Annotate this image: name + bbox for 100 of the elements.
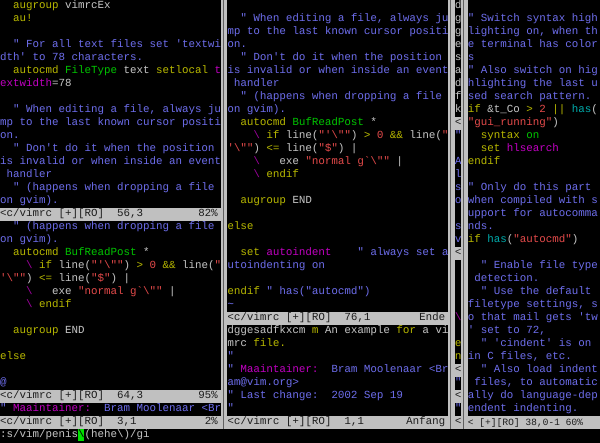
- code-line: endent indenting.: [468, 403, 580, 416]
- code-line: " Also switch on hig: [468, 65, 599, 78]
- code-line: mrc file.: [227, 338, 287, 351]
- code-line: " Use the default: [480, 286, 592, 299]
- code-line: if has("autocmd"): [468, 234, 580, 247]
- code-line: syntax on: [480, 130, 540, 143]
- file-name: <: [454, 247, 462, 260]
- scroll-position: 2%: [204, 416, 218, 429]
- code-line: " For all text files set 'textwi: [12, 39, 221, 52]
- code-line: augroup END: [12, 325, 86, 338]
- code-line: d: [454, 0, 462, 13]
- file-name: <: [454, 364, 462, 377]
- file-name: <c/vimrc [+][RO]: [0, 416, 105, 429]
- code-line: d: [454, 78, 462, 91]
- code-line: detection.: [473, 273, 540, 286]
- code-line: ally do language-dep: [468, 390, 599, 403]
- code-line: else: [227, 221, 254, 234]
- code-line: when compiled with s: [468, 195, 599, 208]
- code-line: \ exe "normal g`\"" |: [252, 156, 404, 169]
- code-line: dth' to 78 characters.: [0, 52, 144, 65]
- code-line: e: [454, 39, 462, 52]
- code-line: " Maaintainer: Bram Moolenaar <Br: [0, 403, 221, 416]
- code-line: dggesadfkxcm m An example for a vi: [227, 325, 448, 338]
- code-line: f: [454, 91, 462, 104]
- code-line: " Don't do it when the position: [239, 52, 443, 65]
- code-line: handler: [232, 78, 280, 91]
- code-line: autocmd BufReadPost *: [239, 117, 378, 130]
- code-line: augroup END: [239, 195, 313, 208]
- code-line: ": [454, 130, 462, 143]
- code-line: on gvim).: [0, 234, 60, 247]
- code-line: lighting on, when th: [468, 26, 599, 39]
- code-line: upport for autocomma: [468, 208, 599, 221]
- file-name: <: [454, 416, 462, 429]
- code-line: handler: [5, 169, 53, 182]
- code-line: " Also load indent: [480, 364, 599, 377]
- code-line: on.: [0, 130, 20, 143]
- file-name: <c/vimrc [+][RO]: [0, 390, 105, 403]
- code-line: " Last change: 2002 Sep 19: [227, 390, 404, 403]
- code-line: " When editing a file, always ju: [239, 13, 448, 26]
- code-line: autocmd BufReadPost *: [12, 247, 150, 260]
- code-line: utoindenting on: [227, 260, 326, 273]
- file-name: <c/vimrc [+][RO]: [227, 416, 332, 429]
- cursor-position: 56,3: [116, 208, 143, 221]
- code-line: s: [454, 221, 462, 234]
- code-line: s: [468, 52, 476, 65]
- code-line: else: [0, 351, 27, 364]
- cursor-position: 3,1: [116, 416, 136, 429]
- scroll-position: Anfang: [406, 416, 446, 429]
- code-line: " 'cindent' is on: [480, 338, 592, 351]
- scroll-position: 95%: [198, 390, 218, 403]
- scroll-position: 82%: [198, 208, 218, 221]
- code-line: extwidth=78: [0, 78, 72, 91]
- file-name: < [+][RO]: [468, 416, 520, 429]
- code-line: '\"") <= line("$") |: [0, 273, 131, 286]
- code-line: is invalid or when inside an event: [0, 156, 221, 169]
- code-line: endif: [468, 156, 502, 169]
- code-line: l: [454, 169, 462, 182]
- code-line: filetype settings, s: [468, 299, 599, 312]
- code-line: " Only do this part: [468, 182, 592, 195]
- code-line: mp to the last known cursor positi: [227, 26, 448, 39]
- code-line: hlighting the last u: [468, 78, 599, 91]
- code-line: \ exe "normal g`\"" |: [24, 286, 176, 299]
- code-line: " (happens when dropping a file: [12, 221, 216, 234]
- code-line: augroup vimrcEx: [12, 0, 112, 13]
- code-line: on gvim).: [0, 195, 60, 208]
- code-line: v: [454, 234, 462, 247]
- code-line: s: [454, 182, 462, 195]
- code-line: am@vim.org>: [227, 377, 300, 390]
- code-line: in C files, etc.: [468, 351, 573, 364]
- code-line: " When editing a file, always ju: [12, 104, 221, 117]
- command-line[interactable]: :s/vim/penis\(hehe\)/gi: [0, 429, 150, 442]
- code-line: is invalid or when inside an event: [227, 65, 448, 78]
- code-line: n: [454, 351, 462, 364]
- code-line: " Maaintainer: Bram Moolenaar <Br: [227, 364, 448, 377]
- cursor-position: 38,0-1: [525, 416, 560, 429]
- code-line: \ if line("'\"") > 0 && line(": [252, 130, 448, 143]
- code-line: \ endif: [24, 299, 72, 312]
- code-line: o: [454, 195, 462, 208]
- code-line: '\"") <= line("$") |: [227, 143, 358, 156]
- code-line: @: [0, 377, 8, 390]
- code-line: ": [227, 351, 235, 364]
- code-line: ~: [227, 299, 235, 312]
- file-name: <c/vimrc [+][RO]: [0, 208, 105, 221]
- scroll-position: 60%: [566, 416, 583, 429]
- code-line: on.: [227, 39, 248, 52]
- code-line: A: [454, 156, 462, 169]
- code-line: set autoindent " always set a: [239, 247, 448, 260]
- code-line: ": [227, 403, 235, 416]
- code-line: on gvim).: [227, 104, 287, 117]
- code-line: e: [454, 338, 462, 351]
- code-line: \ endif: [252, 169, 300, 182]
- cursor-position: 1,1: [344, 416, 364, 429]
- code-line: \: [454, 312, 462, 325]
- code-line: if &t_Co > 2 || has(: [468, 104, 599, 117]
- scroll-position: Ende: [419, 312, 446, 325]
- code-line: ": [454, 403, 462, 416]
- code-line: ": [454, 377, 462, 390]
- code-line: g: [454, 26, 462, 39]
- file-name: <: [454, 390, 462, 403]
- code-line: g: [454, 13, 462, 26]
